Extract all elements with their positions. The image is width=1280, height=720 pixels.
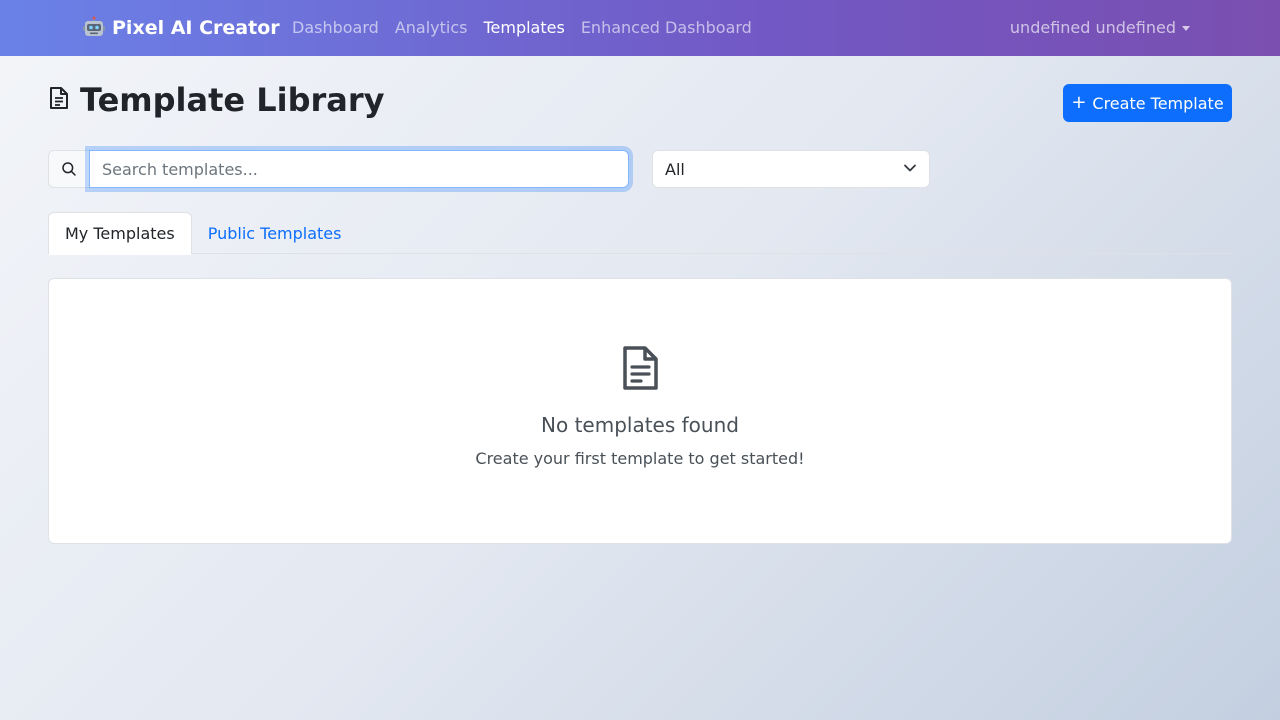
category-filter-select[interactable]: All — [652, 150, 930, 188]
tab-my-templates[interactable]: My Templates — [48, 212, 192, 255]
tab-public-templates[interactable]: Public Templates — [192, 212, 358, 254]
chevron-down-icon — [903, 160, 917, 179]
plus-icon: + — [1071, 92, 1087, 113]
create-template-label: Create Template — [1092, 93, 1224, 113]
robot-icon — [82, 16, 106, 40]
search-input[interactable] — [89, 150, 629, 188]
caret-down-icon — [1182, 25, 1190, 31]
user-name: undefined undefined — [1009, 18, 1176, 37]
template-tabs: My Templates Public Templates — [48, 212, 1232, 255]
nav-link-analytics[interactable]: Analytics — [395, 16, 468, 40]
templates-empty-card: No templates found Create your first tem… — [48, 278, 1232, 544]
nav-links: Dashboard Analytics Templates Enhanced D… — [292, 16, 752, 40]
filter-selected-value: All — [665, 159, 685, 179]
top-navbar: Pixel AI Creator Dashboard Analytics Tem… — [0, 0, 1280, 56]
search-icon — [48, 150, 89, 188]
brand[interactable]: Pixel AI Creator — [82, 14, 280, 42]
nav-link-enhanced-dashboard[interactable]: Enhanced Dashboard — [581, 16, 752, 40]
nav-link-dashboard[interactable]: Dashboard — [292, 16, 379, 40]
document-icon — [48, 86, 70, 114]
user-menu-dropdown[interactable]: undefined undefined — [1010, 16, 1190, 40]
empty-state-subtitle: Create your first template to get starte… — [475, 449, 805, 468]
page-header: Template Library — [48, 80, 385, 120]
create-template-button[interactable]: + Create Template — [1063, 84, 1232, 122]
brand-label: Pixel AI Creator — [112, 17, 280, 39]
page-title: Template Library — [80, 81, 385, 119]
search-group — [48, 150, 629, 188]
document-icon — [620, 345, 660, 395]
empty-state-title: No templates found — [541, 413, 739, 437]
nav-link-templates[interactable]: Templates — [483, 16, 564, 40]
